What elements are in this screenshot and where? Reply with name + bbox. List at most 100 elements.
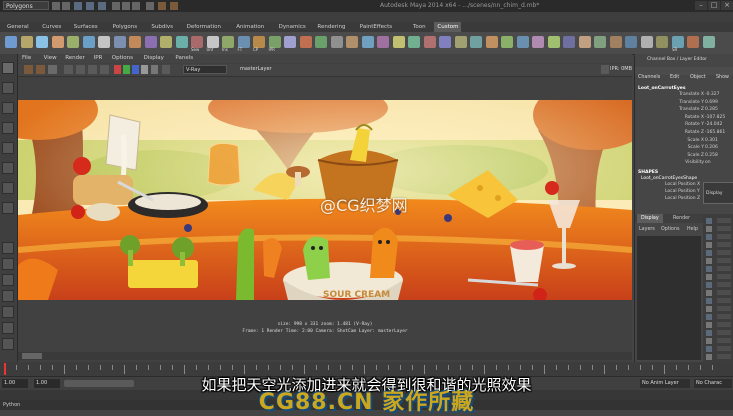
- layer-row[interactable]: [717, 250, 731, 255]
- red-channel-icon[interactable]: [114, 65, 121, 74]
- ipr-render-icon[interactable]: [170, 2, 178, 10]
- shape-name[interactable]: Loot_onCarrotEyesShape: [641, 176, 697, 181]
- layer-visibility-icon[interactable]: [706, 282, 712, 288]
- shelf-tool-icon[interactable]: [346, 36, 358, 48]
- snap-grid-icon[interactable]: [112, 2, 120, 10]
- shelf-tool-icon[interactable]: [408, 36, 420, 48]
- layer-row[interactable]: [717, 266, 731, 271]
- shelf-tool-icon[interactable]: [377, 36, 389, 48]
- shelf-tab-toon[interactable]: Toon: [410, 22, 429, 32]
- persp-graph-layout-icon[interactable]: [2, 290, 14, 302]
- shelf-tool-icon[interactable]: [702, 36, 715, 48]
- shelf-tool-icon[interactable]: [625, 36, 637, 48]
- layer-list[interactable]: [637, 236, 701, 360]
- one-to-one-icon[interactable]: [162, 65, 170, 74]
- layer-visibility-icon[interactable]: [706, 290, 712, 296]
- shelf-tool-icon[interactable]: [392, 36, 405, 48]
- layer-visibility-icon[interactable]: [706, 274, 712, 280]
- layer-visibility-icon[interactable]: [706, 298, 712, 304]
- layer-visibility-icon[interactable]: [706, 258, 712, 264]
- layer-row[interactable]: [717, 306, 731, 311]
- layer-row[interactable]: [717, 282, 731, 287]
- shelf-tab-polygons[interactable]: Polygons: [110, 22, 140, 32]
- attribute-value-field[interactable]: -107.825: [705, 115, 725, 120]
- layer-row[interactable]: [717, 290, 731, 295]
- channel-box-menu-edit[interactable]: Edit: [670, 75, 679, 80]
- shelf-tab-curves[interactable]: Curves: [39, 22, 64, 32]
- move-tool-icon[interactable]: [2, 102, 14, 114]
- history-icon[interactable]: [146, 2, 154, 10]
- side-by-side-layout-icon[interactable]: [2, 274, 14, 286]
- shelf-tool-icon[interactable]: [687, 36, 699, 48]
- shelf-tool-icon[interactable]: [299, 36, 312, 48]
- render-view-menu-options[interactable]: Options: [112, 54, 133, 63]
- snapshot-icon[interactable]: [76, 65, 85, 74]
- shelf-tool-icon[interactable]: [439, 36, 451, 48]
- layer-row[interactable]: [717, 274, 731, 279]
- shelf-tool-icon[interactable]: [67, 36, 79, 48]
- single-pane-layout-icon[interactable]: [2, 242, 14, 254]
- remove-image-icon[interactable]: [100, 65, 109, 74]
- layer-row[interactable]: [717, 218, 731, 223]
- layer-row[interactable]: [717, 354, 731, 359]
- render-view-menu-render[interactable]: Render: [65, 54, 85, 63]
- mode-menu[interactable]: Polygons: [3, 1, 49, 10]
- hypershade-layout-icon[interactable]: [2, 338, 14, 350]
- layer-visibility-icon[interactable]: [706, 306, 712, 312]
- layer-menu-options[interactable]: Options: [661, 225, 680, 234]
- layer-visibility-icon[interactable]: [706, 354, 712, 360]
- shelf-tool-icon[interactable]: [656, 36, 668, 48]
- layer-row[interactable]: [717, 346, 731, 351]
- render-view-menu-file[interactable]: File: [22, 54, 31, 63]
- shelf-tool-icon[interactable]: [330, 36, 343, 48]
- layer-visibility-icon[interactable]: [706, 218, 712, 224]
- layer-visibility-icon[interactable]: [706, 330, 712, 336]
- ipr-icon[interactable]: [36, 65, 45, 74]
- attribute-value-field[interactable]: 0.206: [705, 145, 718, 150]
- render-view-menu-panels[interactable]: Panels: [175, 54, 193, 63]
- shelf-tab-deformation[interactable]: Deformation: [184, 22, 224, 32]
- ipr-stop-icon[interactable]: [601, 65, 609, 74]
- layer-row[interactable]: [717, 322, 731, 327]
- green-channel-icon[interactable]: [123, 65, 130, 74]
- shelf-tool-icon[interactable]: [423, 36, 436, 48]
- snap-curve-icon[interactable]: [122, 2, 130, 10]
- shelf-tool-icon[interactable]: [129, 36, 141, 48]
- attribute-value-field[interactable]: 0.285: [705, 107, 718, 112]
- four-pane-layout-icon[interactable]: [2, 258, 14, 270]
- layer-visibility-icon[interactable]: [706, 250, 712, 256]
- keep-image-icon[interactable]: [88, 65, 97, 74]
- layer-menu-help[interactable]: Help: [687, 225, 698, 234]
- paint-select-icon[interactable]: [98, 2, 106, 10]
- shelf-tool-icon[interactable]: [578, 36, 591, 48]
- floating-display-tab[interactable]: Display: [706, 191, 723, 196]
- shelf-tool-icon[interactable]: [284, 36, 296, 48]
- folder-icon[interactable]: [52, 2, 60, 10]
- shelf-tool-icon[interactable]: [20, 36, 33, 48]
- layer-visibility-icon[interactable]: [706, 234, 712, 240]
- layer-visibility-icon[interactable]: [706, 242, 712, 248]
- layer-row[interactable]: [717, 314, 731, 319]
- alpha-channel-icon[interactable]: [141, 65, 148, 74]
- minimize-icon[interactable]: –: [695, 1, 707, 10]
- layer-row[interactable]: [717, 242, 731, 247]
- maximize-icon[interactable]: □: [708, 1, 720, 10]
- shelf-tool-icon[interactable]: [113, 36, 126, 48]
- shelf-tab-rendering[interactable]: Rendering: [314, 22, 348, 32]
- render-icon[interactable]: [158, 2, 166, 10]
- scrollbar-thumb[interactable]: [22, 353, 42, 359]
- attribute-value-field[interactable]: on: [705, 160, 711, 165]
- lasso-icon[interactable]: [86, 2, 94, 10]
- snap-point-icon[interactable]: [132, 2, 140, 10]
- last-tool-icon[interactable]: [2, 202, 14, 214]
- shelf-tab-subdivs[interactable]: Subdivs: [148, 22, 176, 32]
- floating-layer-panel[interactable]: Display: [703, 182, 733, 204]
- save-icon[interactable]: [62, 2, 70, 10]
- shelf-tool-icon[interactable]: [640, 36, 653, 48]
- layer-row[interactable]: [717, 330, 731, 335]
- lasso-tool-icon[interactable]: [2, 82, 14, 94]
- attribute-value-field[interactable]: -24.042: [705, 122, 722, 127]
- soft-mod-tool-icon[interactable]: [2, 182, 14, 194]
- shelf-tab-painteffects[interactable]: PaintEffects: [357, 22, 395, 32]
- redo-render-icon[interactable]: [24, 65, 33, 74]
